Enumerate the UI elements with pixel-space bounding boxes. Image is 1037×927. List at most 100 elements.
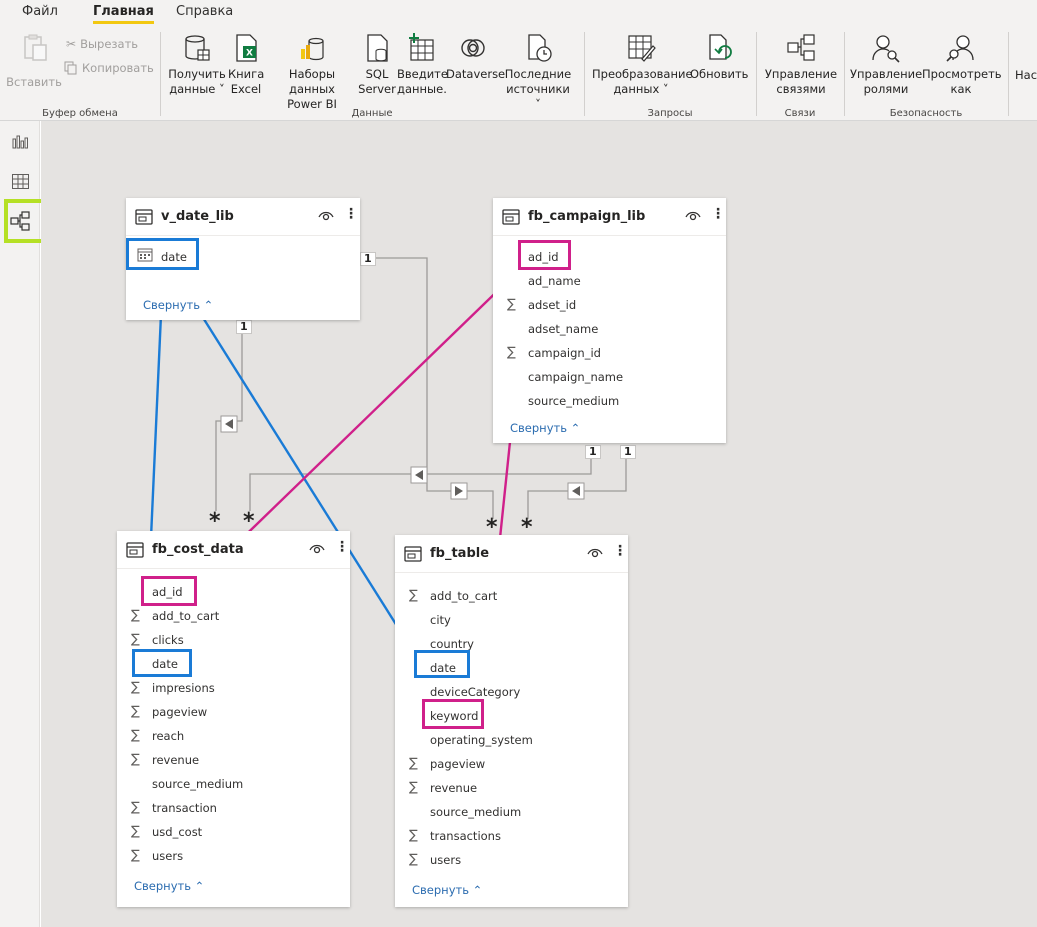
eye-icon[interactable] — [685, 210, 701, 222]
cardinality-one: 1 — [585, 445, 601, 459]
refresh-button[interactable]: Обновить — [690, 30, 748, 82]
menu-tab-home[interactable]: Главная — [93, 4, 154, 24]
highlight-box-date — [126, 238, 199, 270]
transform-data-icon — [628, 35, 656, 62]
dataset-icon — [301, 37, 324, 61]
chevron-up-icon: ⌃ — [570, 421, 581, 435]
field-revenue[interactable]: revenue — [152, 753, 199, 767]
manage-roles-button[interactable]: Управление ролями — [850, 30, 922, 97]
table-card-fb-table[interactable]: fb_table ⋮ ∑ add_to_cart city country da… — [395, 535, 628, 907]
field-add-to-cart[interactable]: add_to_cart — [152, 609, 219, 623]
field-impresions[interactable]: impresions — [152, 681, 215, 695]
menu-tab-file[interactable]: Файл — [22, 4, 58, 19]
powerbi-datasets-button[interactable]: Наборы данных Power BI — [266, 30, 358, 112]
field-users[interactable]: users — [430, 853, 461, 867]
field-campaign-name[interactable]: campaign_name — [528, 370, 623, 384]
chevron-up-icon: ⌃ — [194, 879, 205, 893]
field-clicks[interactable]: clicks — [152, 633, 184, 647]
field-add-to-cart[interactable]: add_to_cart — [430, 589, 497, 603]
eye-icon[interactable] — [309, 543, 325, 555]
table-card-fb-campaign-lib[interactable]: fb_campaign_lib ⋮ ad_id ad_name ∑ adset_… — [493, 198, 726, 443]
field-revenue[interactable]: revenue — [430, 781, 477, 795]
dataverse-button[interactable]: Dataverse — [446, 30, 505, 82]
field-adset-name[interactable]: adset_name — [528, 322, 598, 336]
card-header[interactable]: fb_campaign_lib ⋮ — [493, 198, 726, 236]
field-source-medium[interactable]: source_medium — [528, 394, 619, 408]
sql-server-icon — [367, 34, 388, 62]
field-country[interactable]: country — [430, 637, 474, 651]
collapse-link[interactable]: Свернуть ⌃ — [134, 879, 204, 893]
field-operating-system[interactable]: operating_system — [430, 733, 533, 747]
group-label-data: Данные — [351, 108, 393, 119]
highlight-box-date — [414, 650, 470, 678]
collapse-link[interactable]: Свернуть ⌃ — [143, 298, 213, 312]
group-label-queries: Запросы — [647, 108, 693, 119]
field-usd-cost[interactable]: usd_cost — [152, 825, 202, 839]
field-city[interactable]: city — [430, 613, 451, 627]
table-card-v-date-lib[interactable]: v_date_lib ⋮ date Свернуть ⌃ — [126, 198, 360, 320]
sum-icon: ∑ — [409, 780, 418, 795]
highlight-box-date — [132, 649, 192, 677]
table-icon — [502, 209, 520, 225]
eye-icon[interactable] — [318, 210, 334, 222]
field-transaction[interactable]: transaction — [152, 801, 217, 815]
card-header[interactable]: v_date_lib ⋮ — [126, 198, 360, 236]
highlight-box-ad-id — [141, 576, 197, 606]
more-options-icon[interactable]: ⋮ — [344, 207, 358, 221]
view-as-button[interactable]: Просмотреть как — [922, 30, 1002, 97]
highlight-box-keyword — [422, 699, 484, 729]
sum-icon: ∑ — [131, 824, 140, 839]
sql-server-button[interactable]: SQL Server — [358, 30, 396, 97]
field-campaign-id[interactable]: campaign_id — [528, 346, 601, 360]
group-separator — [584, 32, 585, 116]
field-source-medium[interactable]: source_medium — [430, 805, 521, 819]
more-options-icon[interactable]: ⋮ — [613, 544, 627, 558]
group-separator — [160, 32, 161, 116]
enter-data-button[interactable]: Введите данные. — [397, 30, 448, 97]
sum-icon: ∑ — [131, 800, 140, 815]
sum-icon: ∑ — [409, 756, 418, 771]
menu-tab-help[interactable]: Справка — [176, 4, 233, 19]
field-pageview[interactable]: pageview — [152, 705, 207, 719]
sum-icon: ∑ — [131, 680, 140, 695]
field-transactions[interactable]: transactions — [430, 829, 501, 843]
data-view-button[interactable] — [8, 169, 32, 193]
more-options-icon[interactable]: ⋮ — [335, 540, 349, 554]
field-adset-id[interactable]: adset_id — [528, 298, 576, 312]
table-add-icon — [409, 33, 434, 61]
get-data-button[interactable]: Получить данные ˅ — [168, 30, 226, 97]
excel-icon: X — [236, 34, 257, 62]
model-canvas[interactable]: 1 1 1 1 * * * * v_date_lib ⋮ date Сверну… — [41, 121, 1037, 927]
table-card-fb-cost-data[interactable]: fb_cost_data ⋮ ad_id ∑ add_to_cart ∑ cli… — [117, 531, 350, 907]
field-users[interactable]: users — [152, 849, 183, 863]
report-view-button[interactable] — [8, 129, 32, 153]
transform-data-button[interactable]: Преобразование данных ˅ — [592, 30, 693, 97]
collapse-link[interactable]: Свернуть ⌃ — [412, 883, 482, 897]
settings-button-cutoff[interactable]: Нас — [1015, 68, 1037, 83]
copy-icon — [64, 61, 77, 75]
card-header[interactable]: fb_cost_data ⋮ — [117, 531, 350, 569]
sum-icon: ∑ — [131, 632, 140, 647]
field-pageview[interactable]: pageview — [430, 757, 485, 771]
cardinality-one: 1 — [236, 320, 252, 334]
cardinality-one: 1 — [360, 252, 376, 266]
eye-icon[interactable] — [587, 547, 603, 559]
paste-button[interactable]: Вставить — [6, 30, 62, 89]
field-source-medium[interactable]: source_medium — [152, 777, 243, 791]
group-separator — [756, 32, 757, 116]
refresh-icon — [709, 34, 732, 60]
field-ad-name[interactable]: ad_name — [528, 274, 581, 288]
more-options-icon[interactable]: ⋮ — [711, 207, 725, 221]
relationships-icon — [787, 34, 815, 61]
manage-relationships-button[interactable]: Управление связями — [762, 30, 840, 97]
field-reach[interactable]: reach — [152, 729, 184, 743]
recent-sources-button[interactable]: Последние источники ˅ — [502, 30, 574, 112]
excel-workbook-button[interactable]: X Книга Excel — [228, 30, 264, 97]
cut-button[interactable]: ✂ Вырезать — [66, 37, 138, 51]
copy-button[interactable]: Копировать — [64, 61, 154, 75]
collapse-link[interactable]: Свернуть ⌃ — [510, 421, 580, 435]
group-separator — [1008, 32, 1009, 116]
table-icon — [404, 546, 422, 562]
field-device-category[interactable]: deviceCategory — [430, 685, 520, 699]
card-header[interactable]: fb_table ⋮ — [395, 535, 628, 573]
